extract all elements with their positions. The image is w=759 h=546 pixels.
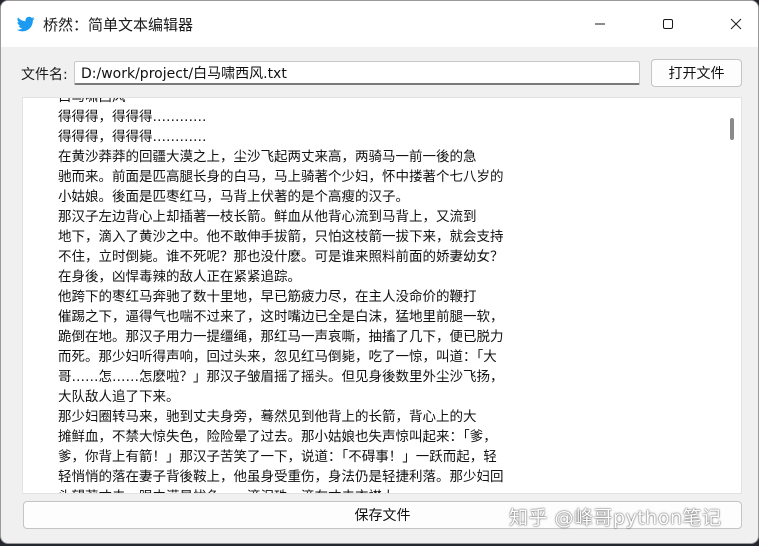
app-window: 桥然：简单文本编辑器 文件名: 打开文件 白马啸西风得得得，得得得………… 得得得… <box>0 0 759 544</box>
editor-line: 小姑娘。後面是匹枣红马，马背上伏著的是个高瘦的汉子。 <box>58 189 409 205</box>
editor-line: 地下，滴入了黄沙之中。他不敢伸手拔箭，只怕这枝箭一拔下来，就会支持 <box>58 229 504 245</box>
editor-line: 摊鲜血，不禁大惊失色，险险晕了过去。那小姑娘也失声惊叫起来：「爹， <box>58 429 497 445</box>
close-icon <box>730 18 742 30</box>
editor-line: 那汉子左边背心上却插著一枝长箭。鲜血从他背心流到马背上，又流到 <box>58 209 477 225</box>
editor-line: 而死。那少妇听得声响，回过头来，忽见红马倒毙，吃了一惊，叫道：「大 <box>58 349 497 365</box>
editor-line: 哥……怎……怎麽啦？」那汉子皱眉摇了摇头。但见身後数里外尘沙飞扬， <box>58 369 504 385</box>
editor-line: 在身後，凶悍毒辣的敌人正在紧紧追踪。 <box>58 269 301 285</box>
editor-line: 得得得，得得得………… <box>58 109 207 125</box>
editor-line: 不住，立时倒毙。谁不死呢？那也没什麽。可是谁来照料前面的娇妻幼女？ <box>58 249 504 265</box>
file-name-label: 文件名: <box>21 67 68 83</box>
editor-line: 那少妇圈转马来，驰到丈夫身旁，蓦然见到他背上的长箭，背心上的大 <box>58 409 477 425</box>
editor-line: 大队敌人追了下来。 <box>58 389 180 405</box>
editor-line: 他跨下的枣红马奔驰了数十里地，早已筋疲力尽，在主人没命价的鞭打 <box>58 289 477 305</box>
editor-line: 轻悄悄的落在妻子背後鞍上，他虽身受重伤，身法仍是轻捷利落。那少妇回 <box>58 469 504 485</box>
maximize-icon <box>663 19 673 29</box>
close-button[interactable] <box>713 1 758 47</box>
editor-line: 跪倒在地。那汉子用力一提缰绳，那红马一声哀嘶，抽搐了几下，便已脱力 <box>58 329 504 345</box>
minimize-icon <box>595 23 605 25</box>
editor-content[interactable]: 白马啸西风得得得，得得得………… 得得得，得得得………… 在黄沙莽莽的回疆大漠之上，… <box>58 97 558 493</box>
editor-line: 驰而来。前面是匹高腿长身的白马，马上骑著个少妇，怀中搂著个七八岁的 <box>58 169 504 185</box>
text-editor[interactable]: 白马啸西风得得得，得得得………… 得得得，得得得………… 在黄沙莽莽的回疆大漠之上，… <box>22 97 742 494</box>
minimize-button[interactable] <box>577 1 623 47</box>
editor-line: 在黄沙莽莽的回疆大漠之上，尘沙飞起两丈来高，两骑马一前一後的急 <box>58 149 477 165</box>
bird-icon <box>16 15 35 33</box>
editor-line: 头望著丈夫，眼中满是忧色，一滴泪珠，滴在丈夫衣襟上。 <box>58 487 558 493</box>
window-title: 桥然：简单文本编辑器 <box>43 16 194 34</box>
vertical-scrollbar-thumb[interactable] <box>730 118 734 140</box>
editor-line: 白马啸西风 <box>58 97 126 105</box>
editor-line: 得得得，得得得………… <box>58 129 207 145</box>
maximize-button[interactable] <box>645 1 691 47</box>
editor-line: 爹，你背上有箭！」那汉子苦笑了一下，说道：「不碍事！」一跃而起，轻 <box>58 449 497 465</box>
file-path-input[interactable] <box>74 61 640 85</box>
editor-line: 催踢之下，逼得气也喘不过来了，这时嘴边已全是白沫，猛地里前腿一软， <box>58 309 504 325</box>
open-file-button[interactable]: 打开文件 <box>651 59 742 87</box>
watermark: 知乎 @峰哥python笔记 <box>509 507 722 529</box>
title-bar[interactable]: 桥然：简单文本编辑器 <box>1 1 758 47</box>
